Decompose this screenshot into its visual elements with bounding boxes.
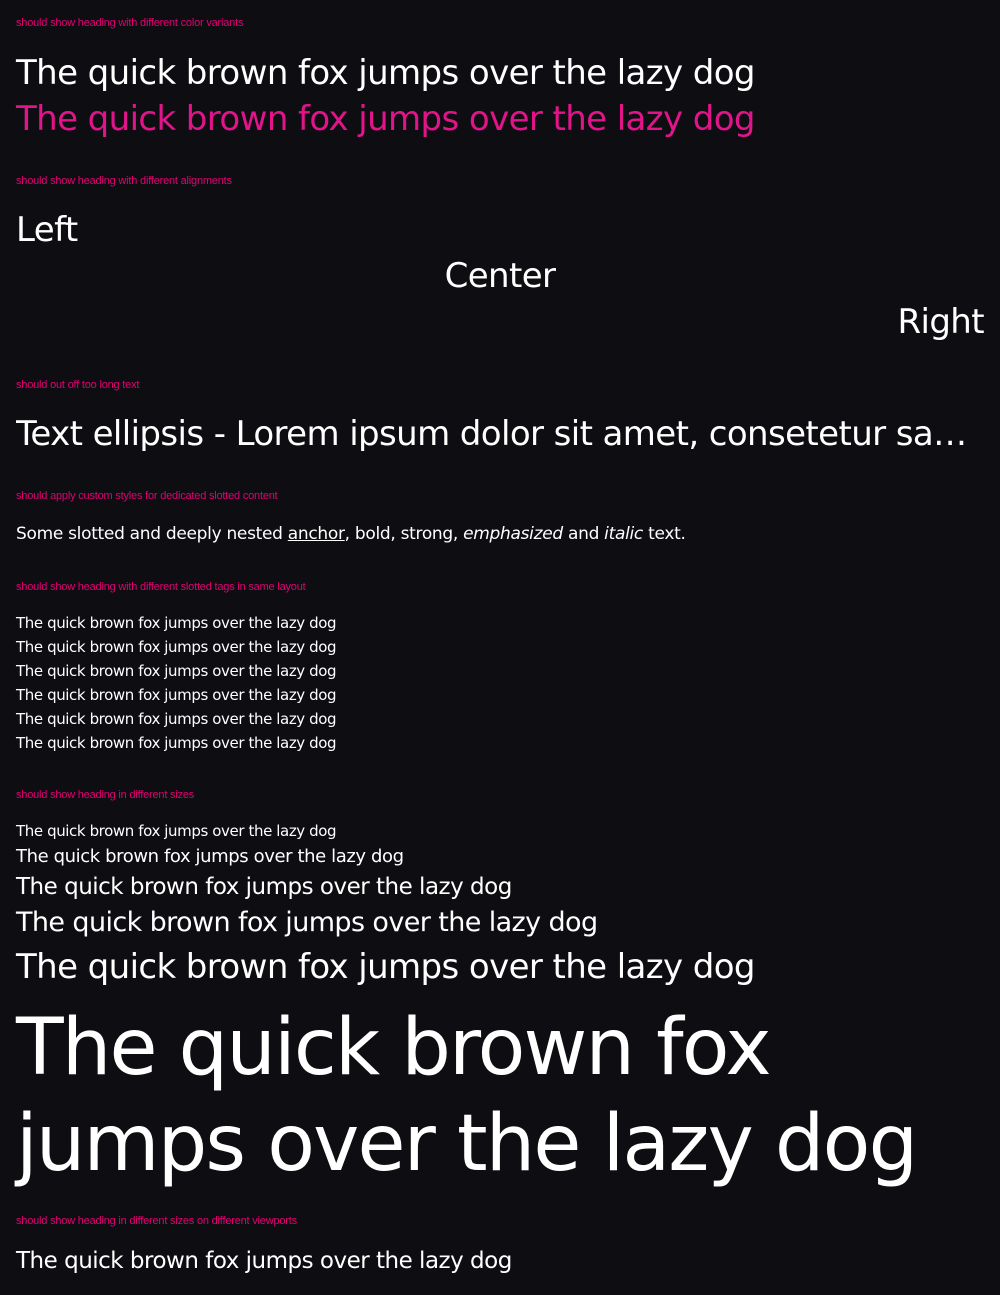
heading-align-right: Right <box>897 302 984 342</box>
heading-align-left: Left <box>16 210 78 250</box>
heading-ellipsis: Text ellipsis - Lorem ipsum dolor sit am… <box>16 417 984 451</box>
section-label-viewports: should show heading in different sizes o… <box>16 1215 297 1227</box>
heading-size-xx-large: The quick brown fox jumps over the lazy … <box>16 947 756 987</box>
heading-size-inherit: The quick brown fox jumps over the lazy … <box>16 1003 918 1189</box>
section-label-sizes: should show heading in different sizes <box>16 789 195 801</box>
heading-size-small: The quick brown fox jumps over the lazy … <box>16 822 337 840</box>
section-label-slotted-content: should apply custom styles for dedicated… <box>16 490 278 502</box>
section-label-color-variants: should show heading with different color… <box>16 17 244 29</box>
heading-tag-h1: The quick brown fox jumps over the lazy … <box>16 614 337 632</box>
slotted-emphasized: emphasized <box>463 524 563 544</box>
slotted-text-part1: Some slotted and deeply nested <box>16 524 288 544</box>
heading-tag-h6: The quick brown fox jumps over the lazy … <box>16 734 337 752</box>
slotted-italic: italic <box>604 524 643 544</box>
heading-size-large: The quick brown fox jumps over the lazy … <box>16 874 512 900</box>
heading-tag-h5: The quick brown fox jumps over the lazy … <box>16 710 337 728</box>
heading-magenta-color: The quick brown fox jumps over the lazy … <box>16 99 756 139</box>
slotted-text-part4: text. <box>642 524 686 544</box>
heading-default-color: The quick brown fox jumps over the lazy … <box>16 53 756 93</box>
section-label-slotted-tags: should show heading with different slott… <box>16 581 306 593</box>
heading-slotted-content: Some slotted and deeply nested anchor, b… <box>16 524 686 544</box>
slotted-text-part3: and <box>562 524 605 544</box>
slotted-anchor-link[interactable]: anchor <box>288 524 345 544</box>
slotted-text-part2: , bold, strong, <box>344 524 464 544</box>
heading-align-center: Center <box>444 256 556 296</box>
heading-tag-h4: The quick brown fox jumps over the lazy … <box>16 686 337 704</box>
heading-tag-h2: The quick brown fox jumps over the lazy … <box>16 638 337 656</box>
heading-size-medium: The quick brown fox jumps over the lazy … <box>16 846 404 867</box>
section-label-alignments: should show heading with different align… <box>16 175 232 187</box>
heading-size-x-large: The quick brown fox jumps over the lazy … <box>16 907 598 938</box>
heading-viewport-size: The quick brown fox jumps over the lazy … <box>16 1248 512 1274</box>
heading-tag-h3: The quick brown fox jumps over the lazy … <box>16 662 337 680</box>
section-label-ellipsis: should out off too long text <box>16 379 140 391</box>
